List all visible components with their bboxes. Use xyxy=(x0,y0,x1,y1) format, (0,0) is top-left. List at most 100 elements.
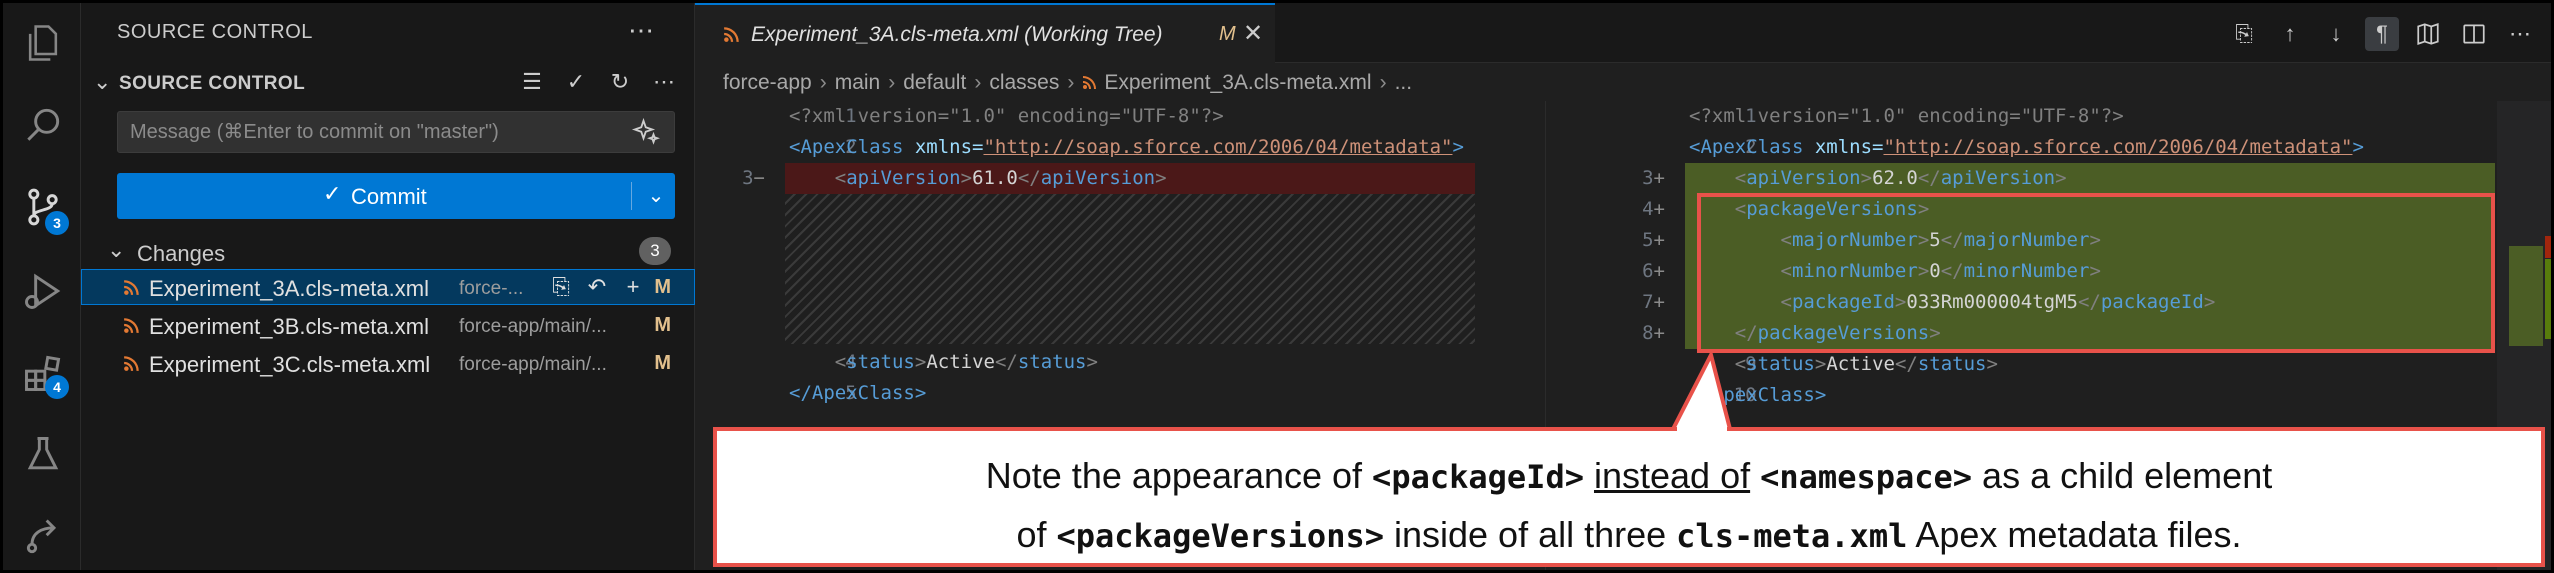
commit-check-icon[interactable]: ✓ xyxy=(561,67,591,97)
line-number: 8+ xyxy=(1642,322,1665,344)
stage-changes-icon[interactable]: + xyxy=(619,273,647,301)
open-file-icon[interactable]: ⎘ xyxy=(547,273,575,301)
search-icon[interactable] xyxy=(21,103,65,147)
split-editor-icon[interactable] xyxy=(2457,17,2491,51)
changed-file-row[interactable]: Experiment_3C.cls-meta.xml force-app/mai… xyxy=(81,345,695,381)
changed-file-row[interactable]: Experiment_3A.cls-meta.xml force-... ⎘ ↶… xyxy=(81,269,695,305)
removed-marker: − xyxy=(753,167,765,189)
chevron-down-icon: ⌄ xyxy=(93,69,112,94)
code-line: 1 <?xml version="1.0" encoding="UTF-8"?> xyxy=(695,101,1545,132)
line-number: 6+ xyxy=(1642,260,1665,282)
rss-file-icon xyxy=(723,25,741,43)
file-path: force-app/main/... xyxy=(459,354,607,375)
code-line: 4 <status>Active</status> xyxy=(695,347,1545,378)
changes-group-header[interactable]: ⌄ Changes 3 xyxy=(81,233,695,269)
tab-status: M xyxy=(1219,23,1236,45)
show-whitespace-icon[interactable]: ¶ xyxy=(2365,17,2399,51)
rss-file-icon xyxy=(123,278,141,296)
file-path: force-app/main/... xyxy=(459,316,607,337)
api-version-value: 61.0 xyxy=(972,167,1018,189)
more-actions-icon[interactable]: ⋯ xyxy=(649,67,679,97)
open-preview-icon[interactable] xyxy=(2411,17,2445,51)
check-icon: ✓ xyxy=(323,181,342,206)
commit-button-label: Commit xyxy=(351,184,427,209)
previous-change-icon[interactable]: ↑ xyxy=(2273,17,2307,51)
editor-tab[interactable]: Experiment_3A.cls-meta.xml (Working Tree… xyxy=(695,3,1275,63)
more-actions-icon[interactable]: ⋯ xyxy=(628,15,654,46)
xml-declaration: <?xml version="1.0" encoding="UTF-8"?> xyxy=(1689,105,2124,127)
code-line: 1 <?xml version="1.0" encoding="UTF-8"?> xyxy=(1595,101,2551,132)
breadcrumb-item[interactable]: force-app xyxy=(723,71,812,94)
added-marker: + xyxy=(1653,167,1665,189)
chevron-right-icon: › xyxy=(1067,71,1075,94)
line-number: 3− xyxy=(742,167,765,189)
breadcrumb-item[interactable]: default xyxy=(903,71,966,94)
source-control-sidebar: SOURCE CONTROL ⋯ ⌄ SOURCE CONTROL ☰ ✓ ↻ … xyxy=(81,3,695,570)
xml-tag-name: apiVersion xyxy=(846,167,961,189)
explorer-icon[interactable] xyxy=(21,21,65,65)
added-marker: + xyxy=(1653,198,1665,220)
testing-icon[interactable] xyxy=(21,433,65,477)
line-number: 7+ xyxy=(1642,291,1665,313)
line-number: 3+ xyxy=(1642,167,1665,189)
changed-file-row[interactable]: Experiment_3B.cls-meta.xml force-app/mai… xyxy=(81,307,695,343)
chevron-right-icon: › xyxy=(1379,71,1387,94)
xml-tag: </ApexClass> xyxy=(1689,384,1827,406)
breadcrumb-item[interactable]: ... xyxy=(1395,71,1413,94)
view-as-list-icon[interactable]: ☰ xyxy=(517,67,547,97)
commit-button[interactable]: ✓ Commit ⌄ xyxy=(117,173,675,219)
added-marker: + xyxy=(1653,229,1665,251)
api-version-value: 62.0 xyxy=(1872,167,1918,189)
commit-dropdown-chevron-icon[interactable]: ⌄ xyxy=(641,179,671,213)
breadcrumb-item[interactable]: Experiment_3A.cls-meta.xml xyxy=(1104,71,1371,94)
added-marker: + xyxy=(1653,260,1665,282)
run-debug-icon[interactable] xyxy=(21,269,65,313)
callout-text: Note the appearance of <packageId> inste… xyxy=(717,447,2541,565)
added-line: 3+ <apiVersion>62.0</apiVersion> xyxy=(1642,163,2495,194)
section-label: SOURCE CONTROL xyxy=(119,73,306,94)
commit-message-input[interactable] xyxy=(117,111,675,153)
xml-tag-name: status xyxy=(846,351,915,373)
added-marker: + xyxy=(1653,322,1665,344)
xml-attr-value: "http://soap.sforce.com/2006/04/metadata… xyxy=(983,136,1453,158)
xml-attr-value: "http://soap.sforce.com/2006/04/metadata… xyxy=(1883,136,2353,158)
file-name: Experiment_3C.cls-meta.xml xyxy=(149,352,431,377)
remote-share-icon[interactable] xyxy=(21,515,65,559)
chevron-down-icon: ⌄ xyxy=(107,237,126,262)
vscode-window: 3 4 SOURCE CONTROL ⋯ ⌄ SOURCE CONTROL ☰ … xyxy=(0,0,2554,573)
callout-line-1: Note the appearance of <packageId> inste… xyxy=(985,455,2273,496)
code-line: 5 </ApexClass> xyxy=(695,378,1545,409)
status-value: Active xyxy=(1826,353,1895,375)
xml-tag-name: apiVersion xyxy=(1040,167,1156,189)
annotation-callout: Note the appearance of <packageId> inste… xyxy=(713,427,2545,567)
file-status: M xyxy=(654,352,671,374)
annotation-highlight-box xyxy=(1697,193,2495,353)
line-number: 5+ xyxy=(1642,229,1665,251)
status-value: Active xyxy=(926,351,995,373)
breadcrumb-item[interactable]: main xyxy=(835,71,881,94)
xml-declaration: <?xml version="1.0" encoding="UTF-8"?> xyxy=(789,105,1224,127)
removed-line: 3− <apiVersion>61.0</apiVersion> xyxy=(742,163,1475,194)
extensions-badge: 4 xyxy=(45,375,69,399)
close-icon[interactable]: ✕ xyxy=(1243,19,1263,48)
minimap-added-region xyxy=(2509,246,2543,346)
discard-changes-icon[interactable]: ↶ xyxy=(583,273,611,301)
sidebar-title: SOURCE CONTROL xyxy=(117,21,313,43)
code-line: 2 <ApexClass xmlns="http://soap.sforce.c… xyxy=(695,132,1545,163)
overview-ruler-added xyxy=(2545,259,2551,339)
code-line: 2 <ApexClass xmlns="http://soap.sforce.c… xyxy=(1595,132,2551,163)
next-change-icon[interactable]: ↓ xyxy=(2319,17,2353,51)
callout-pointer-join xyxy=(1677,427,1727,433)
source-control-badge: 3 xyxy=(45,211,69,235)
file-path: force-... xyxy=(459,278,524,299)
xml-tag-name: status xyxy=(1017,351,1087,373)
open-file-icon[interactable]: ⎘ xyxy=(2227,17,2261,51)
line-number: 4+ xyxy=(1642,198,1665,220)
xml-tag-name: apiVersion xyxy=(1940,167,2056,189)
refresh-icon[interactable]: ↻ xyxy=(605,67,635,97)
more-actions-icon[interactable]: ⋯ xyxy=(2503,17,2537,51)
changes-count-badge: 3 xyxy=(639,237,671,265)
breadcrumb-item[interactable]: classes xyxy=(989,71,1059,94)
sparkle-icon[interactable] xyxy=(631,117,661,147)
source-control-section-header[interactable]: ⌄ SOURCE CONTROL ☰ ✓ ↻ ⋯ xyxy=(81,65,695,101)
